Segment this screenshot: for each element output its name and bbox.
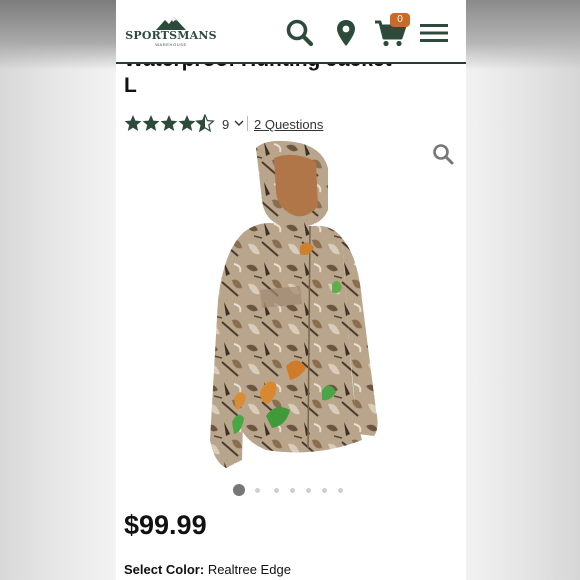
background-left xyxy=(0,0,116,580)
product-title-line2: L xyxy=(124,74,137,97)
carousel-dot-3[interactable] xyxy=(274,488,279,493)
zoom-icon[interactable] xyxy=(432,143,454,165)
carousel-dot-5[interactable] xyxy=(306,488,311,493)
hamburger-menu-icon[interactable] xyxy=(419,18,449,48)
star-icon xyxy=(124,115,142,131)
carousel-dots xyxy=(233,484,353,496)
sportsmans-logo[interactable]: SPORTSMANS WAREHOUSE xyxy=(124,16,218,48)
questions-link[interactable]: 2 Questions xyxy=(254,117,323,132)
star-rating[interactable] xyxy=(124,114,216,134)
color-selector: Select Color: Realtree Edge xyxy=(124,562,291,577)
rating-row: 9 2 Questions xyxy=(124,114,454,134)
background-right xyxy=(464,0,580,580)
logo-subtext: WAREHOUSE xyxy=(155,42,187,47)
cart-count-badge: 0 xyxy=(390,13,410,27)
carousel-dot-2[interactable] xyxy=(255,488,260,493)
star-icon xyxy=(142,115,160,131)
location-pin-icon[interactable] xyxy=(333,18,363,48)
divider xyxy=(247,116,248,131)
mountain-icon xyxy=(156,17,186,30)
search-icon[interactable] xyxy=(285,18,315,48)
rating-count[interactable]: 9 xyxy=(222,117,229,132)
logo-text: SPORTSMANS xyxy=(125,29,217,42)
phone-screen: Waterproof Hunting Jacket L SPORTSMANS W… xyxy=(116,0,466,580)
carousel-dot-6[interactable] xyxy=(322,488,327,493)
color-label: Select Color: xyxy=(124,562,205,577)
product-image[interactable] xyxy=(204,140,384,476)
site-header: SPORTSMANS WAREHOUSE 0 xyxy=(116,0,466,64)
carousel-dot-7[interactable] xyxy=(338,488,343,493)
product-price: $99.99 xyxy=(124,510,207,540)
color-value: Realtree Edge xyxy=(207,562,291,577)
chevron-down-icon[interactable] xyxy=(234,118,244,128)
carousel-dot-1[interactable] xyxy=(233,484,245,496)
carousel-dot-4[interactable] xyxy=(290,488,295,493)
star-icon xyxy=(160,115,178,131)
star-icon xyxy=(178,115,196,131)
